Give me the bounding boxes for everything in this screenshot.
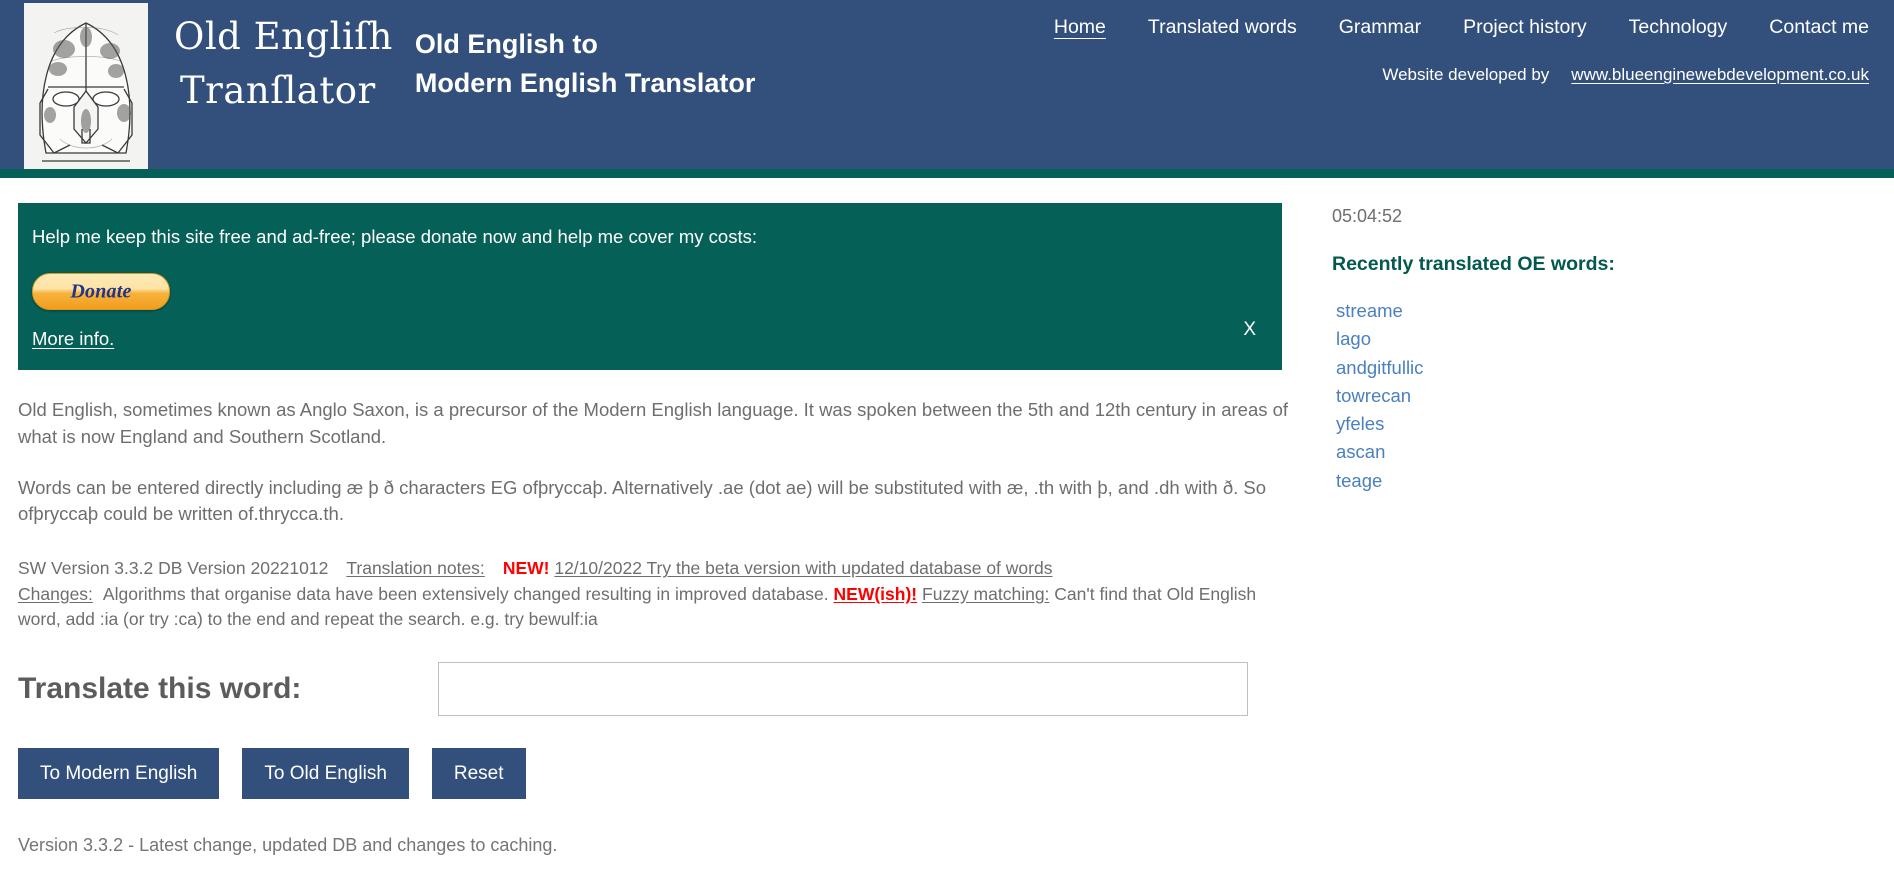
word-link-andgitfullic[interactable]: andgitfullic	[1336, 357, 1423, 378]
intro-paragraph: Old English, sometimes known as Anglo Sa…	[18, 399, 1289, 447]
page-title: Old English to Modern English Translator	[415, 25, 756, 102]
list-item: ascan	[1336, 439, 1894, 465]
translate-button-row: To Modern English To Old English Reset	[18, 748, 1300, 800]
clock-display: 05:04:52	[1332, 206, 1403, 226]
recently-translated-heading: Recently translated OE words:	[1332, 253, 1615, 275]
developer-website-link[interactable]: www.blueenginewebdevelopment.co.uk	[1571, 65, 1869, 85]
translation-notes-label[interactable]: Translation notes:	[346, 558, 484, 578]
word-link-teage[interactable]: teage	[1336, 470, 1382, 491]
main-content-column: Help me keep this site free and ad-free;…	[0, 178, 1300, 876]
version-footer-note: Version 3.3.2 - Latest change, updated D…	[18, 835, 558, 856]
nav-item-home[interactable]: Home	[1054, 16, 1106, 41]
to-old-english-button[interactable]: To Old English	[242, 748, 409, 800]
recently-translated-list: streame lago andgitfullic towrecan yfele…	[1332, 298, 1894, 494]
sidebar: 05:04:52 Recently translated OE words: s…	[1300, 178, 1894, 496]
sutton-hoo-helmet-icon	[24, 3, 148, 169]
more-info-link[interactable]: More info.	[32, 328, 114, 350]
list-item: teage	[1336, 468, 1894, 494]
translate-form: Translate this word:	[18, 662, 1300, 717]
brand-title-line1: Old English to	[414, 29, 598, 60]
main-navigation: Home Translated words Grammar Project hi…	[1054, 16, 1872, 41]
word-link-yfeles[interactable]: yfeles	[1336, 413, 1384, 434]
nav-item-technology[interactable]: Technology	[1629, 16, 1728, 41]
new-ish-badge: NEW(ish)!	[833, 583, 918, 604]
list-item: towrecan	[1336, 383, 1894, 409]
donate-banner: Help me keep this site free and ad-free;…	[18, 203, 1282, 371]
changes-text: Algorithms that organise data have been …	[102, 583, 829, 604]
donate-button-label: Donate	[70, 280, 132, 303]
header-right: Home Translated words Grammar Project hi…	[1054, 16, 1872, 85]
site-header: Old Engliſh Tranſlator Old English to Mo…	[0, 0, 1894, 178]
to-modern-english-button[interactable]: To Modern English	[18, 748, 220, 800]
list-item: lago	[1336, 326, 1894, 352]
developer-credit-label: Website developed by	[1382, 65, 1550, 84]
translate-word-input[interactable]	[438, 662, 1248, 717]
donate-button[interactable]: Donate	[32, 273, 170, 311]
list-item: yfeles	[1336, 411, 1894, 437]
changes-label[interactable]: Changes:	[18, 584, 93, 604]
nav-item-project-history[interactable]: Project history	[1463, 16, 1587, 41]
sw-version-text: SW Version 3.3.2 DB Version 20221012	[18, 558, 329, 579]
word-link-lago[interactable]: lago	[1336, 328, 1371, 349]
usage-paragraph: Words can be entered directly including …	[18, 476, 1267, 525]
developer-credit: Website developed by www.blueenginewebde…	[1054, 65, 1872, 85]
beta-version-link[interactable]: 12/10/2022 Try the beta version with upd…	[554, 558, 1052, 578]
list-item: andgitfullic	[1336, 355, 1894, 381]
word-link-streame[interactable]: streame	[1336, 300, 1403, 321]
fuzzy-matching-label[interactable]: Fuzzy matching:	[922, 584, 1049, 604]
page-body: Help me keep this site free and ad-free;…	[0, 178, 1894, 876]
donate-message: Help me keep this site free and ad-free;…	[32, 226, 757, 247]
list-item: streame	[1336, 298, 1894, 324]
nav-item-contact-me[interactable]: Contact me	[1769, 16, 1869, 41]
brand-oldenglish-script: Old Engliſh Tranſlator	[174, 10, 393, 117]
brand-oe-line2: Tranſlator	[180, 68, 376, 112]
translate-form-label: Translate this word:	[18, 672, 302, 706]
new-badge: NEW!	[502, 558, 550, 579]
word-link-ascan[interactable]: ascan	[1336, 441, 1385, 462]
nav-item-translated-words[interactable]: Translated words	[1148, 16, 1297, 41]
brand-block: Old Engliſh Tranſlator Old English to Mo…	[174, 10, 755, 117]
reset-button[interactable]: Reset	[431, 748, 526, 800]
nav-item-grammar[interactable]: Grammar	[1339, 16, 1421, 41]
release-notes-block: SW Version 3.3.2 DB Version 20221012 Tran…	[18, 556, 1300, 632]
brand-title-line2: Modern English Translator	[414, 67, 756, 98]
brand-oe-line1: Old Engliſh	[174, 15, 393, 58]
close-icon[interactable]: X	[1243, 320, 1256, 339]
word-link-towrecan[interactable]: towrecan	[1336, 385, 1411, 406]
